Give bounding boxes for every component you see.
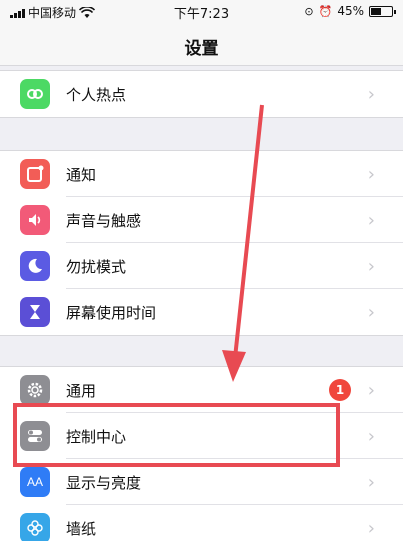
settings-row-do-not-disturb[interactable]: 勿扰模式 › [0,243,403,289]
chevron-right-icon: › [367,209,375,231]
navigation-bar: 设置 [0,22,403,66]
orientation-lock-icon: ⊙ [304,4,314,18]
settings-row-label: 显示与亮度 [66,473,142,492]
chevron-right-icon: › [367,425,375,447]
chevron-right-icon: › [367,83,375,105]
chevron-right-icon: › [367,255,375,277]
settings-row-label: 墙纸 [66,519,97,538]
battery-percent: 45% [337,4,364,18]
chevron-right-icon: › [367,517,375,539]
personal-hotspot-icon [20,79,50,109]
settings-row-label: 通用 [66,381,97,400]
display-icon: AA [20,467,50,497]
settings-group-network: 个人热点 › [0,70,403,118]
update-badge: 1 [329,379,351,401]
settings-row-sounds[interactable]: 声音与触感 › [0,197,403,243]
battery-icon [369,5,396,17]
page-title: 设置 [184,39,219,59]
settings-row-label: 个人热点 [66,85,127,104]
wallpaper-icon [20,513,50,541]
settings-row-notifications[interactable]: 通知 › [0,151,403,197]
settings-row-screen-time[interactable]: 屏幕使用时间 › [0,289,403,335]
settings-row-personal-hotspot[interactable]: 个人热点 › [0,71,403,117]
chevron-right-icon: › [367,471,375,493]
settings-row-label: 屏幕使用时间 [66,303,157,322]
annotation-highlight-box [13,403,340,467]
settings-row-wallpaper[interactable]: 墙纸 › [0,505,403,541]
settings-row-label: 勿扰模式 [66,257,127,276]
settings-row-label: 声音与触感 [66,211,142,230]
screen-time-icon [20,297,50,327]
settings-group-alerts: 通知 › 声音与触感 › 勿扰模式 › 屏幕使用时间 › [0,150,403,336]
notifications-icon [20,159,50,189]
settings-row-label: 通知 [66,165,97,184]
gear-icon [20,375,50,405]
do-not-disturb-icon [20,251,50,281]
status-bar: 中国移动 下午7:23 ⊙ ⏰ 45% [0,0,403,22]
alarm-icon: ⏰ [318,4,333,18]
chevron-right-icon: › [367,301,375,323]
status-icons: ⊙ ⏰ 45% [304,4,396,18]
sounds-icon [20,205,50,235]
chevron-right-icon: › [367,163,375,185]
chevron-right-icon: › [367,379,375,401]
